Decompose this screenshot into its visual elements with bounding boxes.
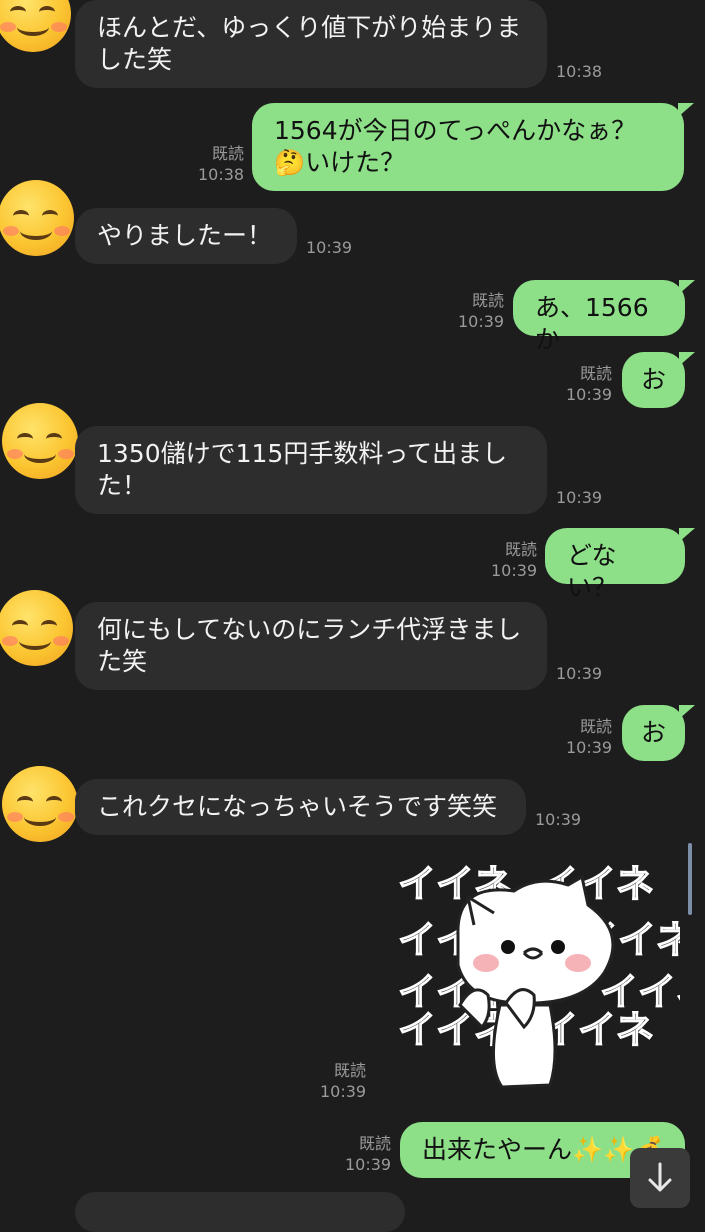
message-bubble[interactable]: ほんとだ、ゆっくり値下がり始まりました笑 bbox=[75, 0, 547, 88]
message-time: 10:39 bbox=[491, 561, 538, 580]
avatar[interactable] bbox=[2, 403, 78, 479]
message-meta: 既読 10:39 bbox=[566, 716, 612, 758]
message-meta: 既読 10:38 bbox=[198, 143, 244, 185]
message-meta: 既読 10:39 bbox=[491, 539, 537, 581]
message-time: 10:39 bbox=[345, 1155, 392, 1174]
message-bubble[interactable] bbox=[75, 1192, 405, 1232]
cat-sticker-icon[interactable]: イイネ イイネ イイネ イイネ イイネ イイネ イイネ イイネ bbox=[390, 855, 705, 1095]
message-meta: 既読 10:39 bbox=[345, 1133, 391, 1175]
message-time: 10:39 bbox=[566, 385, 613, 404]
message-time: 10:39 bbox=[556, 664, 603, 683]
message-bubble[interactable]: お bbox=[622, 705, 695, 761]
message-bubble[interactable]: 1564が今日のてっぺんかなぁ？🤔いけた？ bbox=[252, 103, 694, 191]
message-bubble[interactable]: 1350儲けで115円手数料って出ました！ bbox=[75, 426, 547, 514]
message-bubble[interactable]: お bbox=[622, 352, 695, 408]
read-receipt: 既読 bbox=[579, 364, 612, 383]
read-receipt: 既読 bbox=[471, 291, 504, 310]
message-meta: 既読 10:39 bbox=[566, 363, 612, 405]
avatar[interactable] bbox=[0, 180, 74, 256]
read-receipt: 既読 bbox=[579, 717, 612, 736]
message-time: 10:39 bbox=[556, 488, 603, 507]
message-bubble[interactable]: これクセになっちゃいそうです笑笑 bbox=[75, 779, 526, 835]
avatar[interactable] bbox=[0, 590, 73, 666]
message-time: 10:38 bbox=[198, 165, 245, 184]
message-time: 10:38 bbox=[556, 62, 603, 81]
read-receipt: 既読 bbox=[504, 540, 537, 559]
message-time: 10:39 bbox=[535, 810, 582, 829]
avatar[interactable] bbox=[2, 766, 78, 842]
message-meta: 既読 10:39 bbox=[320, 1060, 366, 1102]
sticker-text: イイネ bbox=[540, 1008, 654, 1052]
read-receipt: 既読 bbox=[333, 1061, 366, 1080]
message-bubble[interactable]: あ、1566か bbox=[513, 280, 695, 354]
message-bubble[interactable]: やりましたー！ bbox=[75, 208, 297, 264]
message-bubble[interactable]: どない？ bbox=[545, 528, 695, 602]
scroll-to-bottom-button[interactable] bbox=[630, 1148, 690, 1208]
message-time: 10:39 bbox=[458, 312, 505, 331]
read-receipt: 既読 bbox=[358, 1134, 391, 1153]
arrow-down-icon bbox=[648, 1162, 672, 1192]
message-time: 10:39 bbox=[320, 1082, 367, 1101]
message-time: 10:39 bbox=[306, 238, 353, 257]
scrollbar[interactable] bbox=[688, 843, 692, 915]
avatar[interactable] bbox=[0, 0, 71, 52]
message-bubble[interactable]: 何にもしてないのにランチ代浮きました笑 bbox=[75, 602, 547, 690]
message-time: 10:39 bbox=[566, 738, 613, 757]
read-receipt: 既読 bbox=[211, 144, 244, 163]
message-meta: 既読 10:39 bbox=[458, 290, 504, 332]
